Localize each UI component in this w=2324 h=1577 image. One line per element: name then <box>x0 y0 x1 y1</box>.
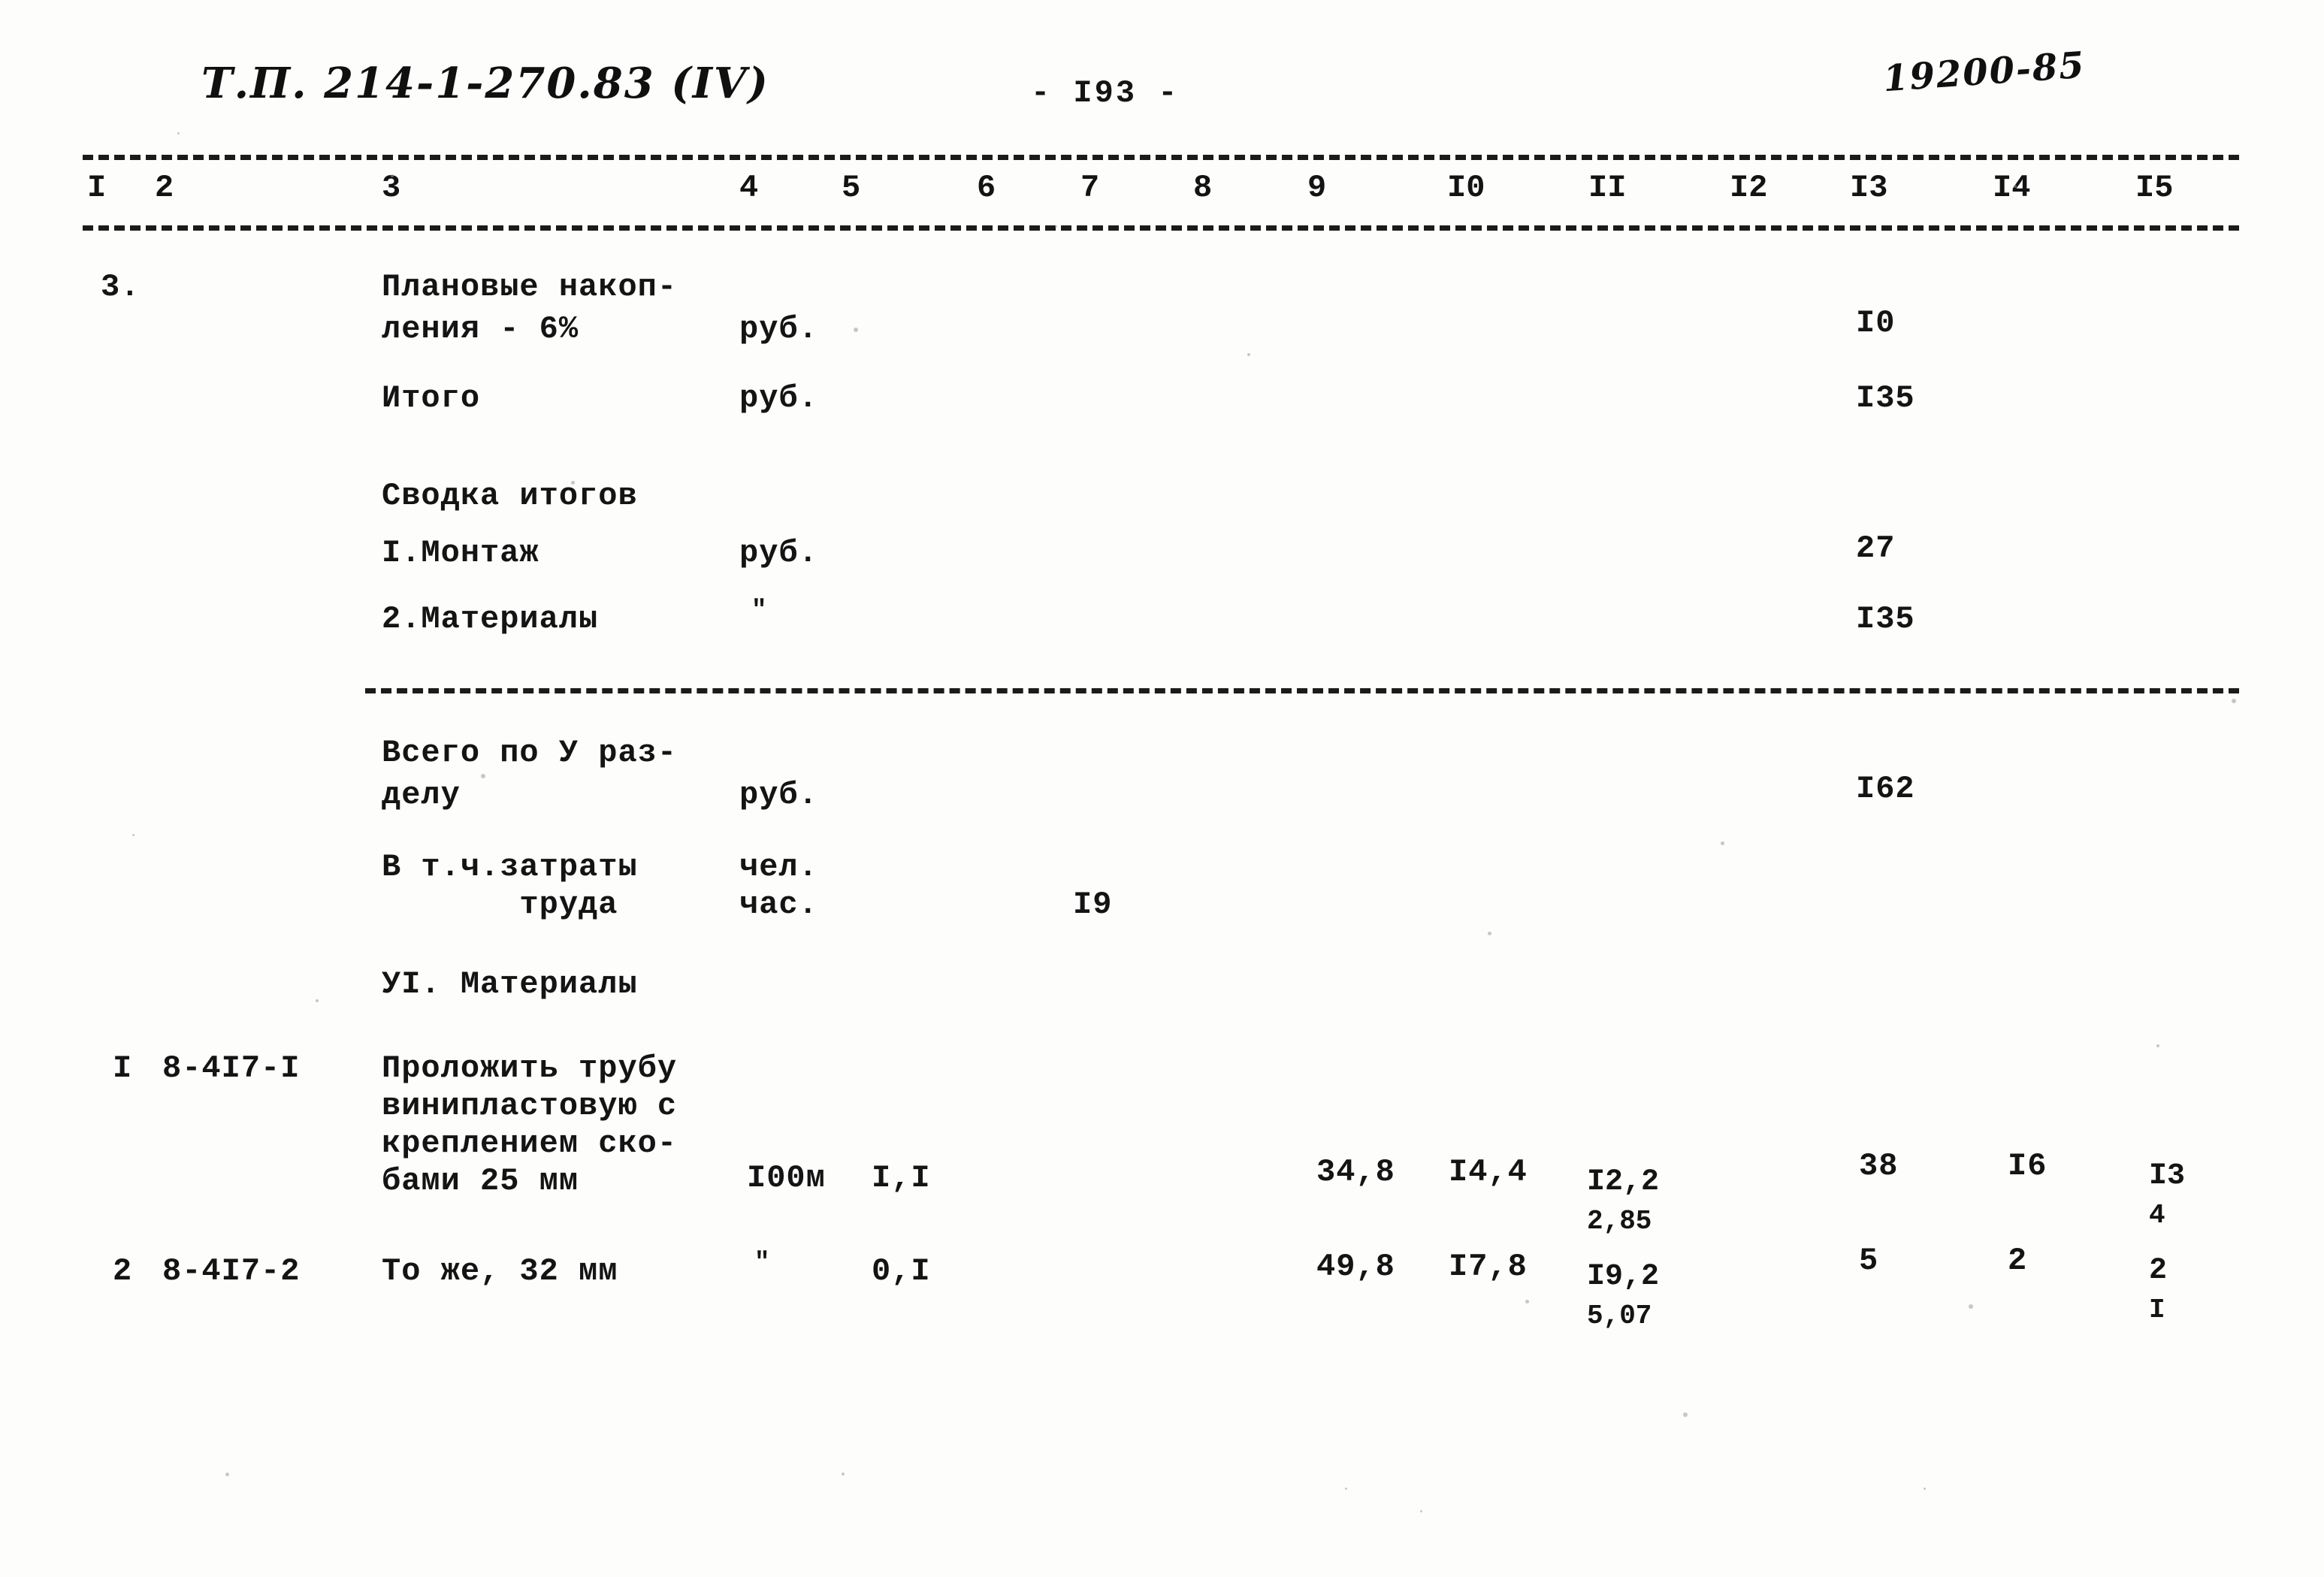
column-header-11: II <box>1588 170 1627 206</box>
column-header-5: 5 <box>842 170 861 206</box>
row-c9-truba-25: 34,8 <box>1316 1154 1395 1190</box>
row-unit-truba-32: " <box>754 1249 771 1277</box>
row-c15-truba-32-lower: I <box>2149 1295 2165 1326</box>
row-desc-zatraty-truda-line2: труда <box>382 887 618 923</box>
row-c9-truba-32: 49,8 <box>1316 1249 1395 1285</box>
row-unit-vsego: руб. <box>739 777 818 813</box>
row-c13-itogo: I35 <box>1856 380 1915 416</box>
row-qty-truba-25: I,I <box>872 1160 931 1196</box>
row-desc-truba-25-line2: винипластовую с <box>382 1088 678 1124</box>
row-desc-itogo: Итого <box>382 380 481 416</box>
row-desc-materialy-summary: 2.Материалы <box>382 601 599 637</box>
column-header-4: 4 <box>739 170 759 206</box>
scanned-page: Т.П. 214-1-270.83 (IV) - I93 - 19200-85 … <box>0 0 2324 1577</box>
row-desc-planovye-nakopleniya-line1: Плановые накоп- <box>382 269 678 305</box>
row-unit-montazh: руб. <box>739 535 818 571</box>
row-c14-truba-32: 2 <box>2008 1243 2028 1279</box>
row-number-truba-25: I <box>113 1050 133 1086</box>
row-c15-truba-32-upper: 2 <box>2149 1254 2168 1288</box>
row-desc-truba-32: То же, 32 мм <box>382 1253 618 1289</box>
row-c11-truba-32: I9,2 5,07 <box>1587 1246 1659 1347</box>
row-c11-truba-25-lower: 2,85 <box>1587 1206 1652 1237</box>
row-qty-truba-32: 0,I <box>872 1253 931 1289</box>
row-c15-truba-32: 2 I <box>2149 1240 2177 1341</box>
row-c13-materialy-summary: I35 <box>1856 601 1915 637</box>
column-header-12: I2 <box>1730 170 1768 206</box>
row-unit-truba-25: I00м <box>747 1160 826 1196</box>
row-desc-zatraty-truda-line1: В т.ч.затраты <box>382 849 638 885</box>
column-header-7: 7 <box>1080 170 1100 206</box>
row-unit-planovye-nakopleniya: руб. <box>739 311 818 347</box>
row-code-truba-25: 8-4I7-I <box>162 1050 301 1086</box>
row-qty-zatraty-truda: I9 <box>1073 887 1113 923</box>
row-c10-truba-32: I7,8 <box>1449 1249 1528 1285</box>
row-number-truba-32: 2 <box>113 1253 133 1289</box>
row-desc-svodka-itogov: Сводка итогов <box>382 478 638 514</box>
column-header-9: 9 <box>1307 170 1327 206</box>
row-desc-truba-25-line1: Проложить трубу <box>382 1050 678 1086</box>
page-number: - I93 - <box>1031 75 1180 111</box>
row-desc-planovye-nakopleniya-line2: ления - 6% <box>382 311 579 347</box>
row-c11-truba-32-upper: I9,2 <box>1587 1260 1660 1295</box>
row-c13-truba-25: 38 <box>1859 1148 1899 1184</box>
row-c10-truba-25: I4,4 <box>1449 1154 1528 1190</box>
row-desc-montazh: I.Монтаж <box>382 535 539 571</box>
row-c11-truba-32-lower: 5,07 <box>1587 1301 1652 1332</box>
table-header-rule <box>83 225 2239 231</box>
column-header-13: I3 <box>1850 170 1888 206</box>
row-unit-materialy-summary: " <box>751 597 768 625</box>
row-desc-truba-25-line4: бами 25 мм <box>382 1163 579 1199</box>
row-unit-itogo: руб. <box>739 380 818 416</box>
row-desc-vsego-line1: Всего по У раз- <box>382 735 678 771</box>
row-c11-truba-25-upper: I2,2 <box>1587 1165 1660 1200</box>
column-header-10: I0 <box>1447 170 1485 206</box>
document-code-handwritten: Т.П. 214-1-270.83 (IV) <box>201 59 769 108</box>
row-c13-planovye-nakopleniya: I0 <box>1856 305 1896 341</box>
row-c13-vsego: I62 <box>1856 771 1915 807</box>
row-unit-zatraty-truda: чел. час. <box>739 849 818 923</box>
column-header-14: I4 <box>1993 170 2031 206</box>
row-c13-truba-32: 5 <box>1859 1243 1879 1279</box>
column-header-2: 2 <box>155 170 174 206</box>
row-c14-truba-25: I6 <box>2008 1148 2047 1184</box>
column-header-1: I <box>87 170 107 206</box>
table-top-rule <box>83 155 2239 160</box>
row-c15-truba-25-upper: I3 <box>2149 1159 2186 1194</box>
section-title-materialy: УI. Материалы <box>382 966 638 1002</box>
row-number-planovye-nakopleniya: 3. <box>101 269 141 305</box>
row-c13-montazh: 27 <box>1856 530 1896 566</box>
stamp-number-handwritten: 19200-85 <box>1881 44 2087 101</box>
column-header-6: 6 <box>977 170 996 206</box>
column-header-8: 8 <box>1193 170 1213 206</box>
row-c11-truba-25: I2,2 2,85 <box>1587 1151 1659 1252</box>
row-desc-vsego-line2: делу <box>382 777 461 813</box>
column-header-15: I5 <box>2135 170 2174 206</box>
row-c15-truba-25-lower: 4 <box>2149 1200 2165 1231</box>
table-mid-rule <box>365 688 2239 693</box>
row-code-truba-32: 8-4I7-2 <box>162 1253 301 1289</box>
row-c15-truba-25: I3 4 <box>2149 1145 2185 1246</box>
row-desc-truba-25-line3: креплением ско- <box>382 1125 678 1162</box>
